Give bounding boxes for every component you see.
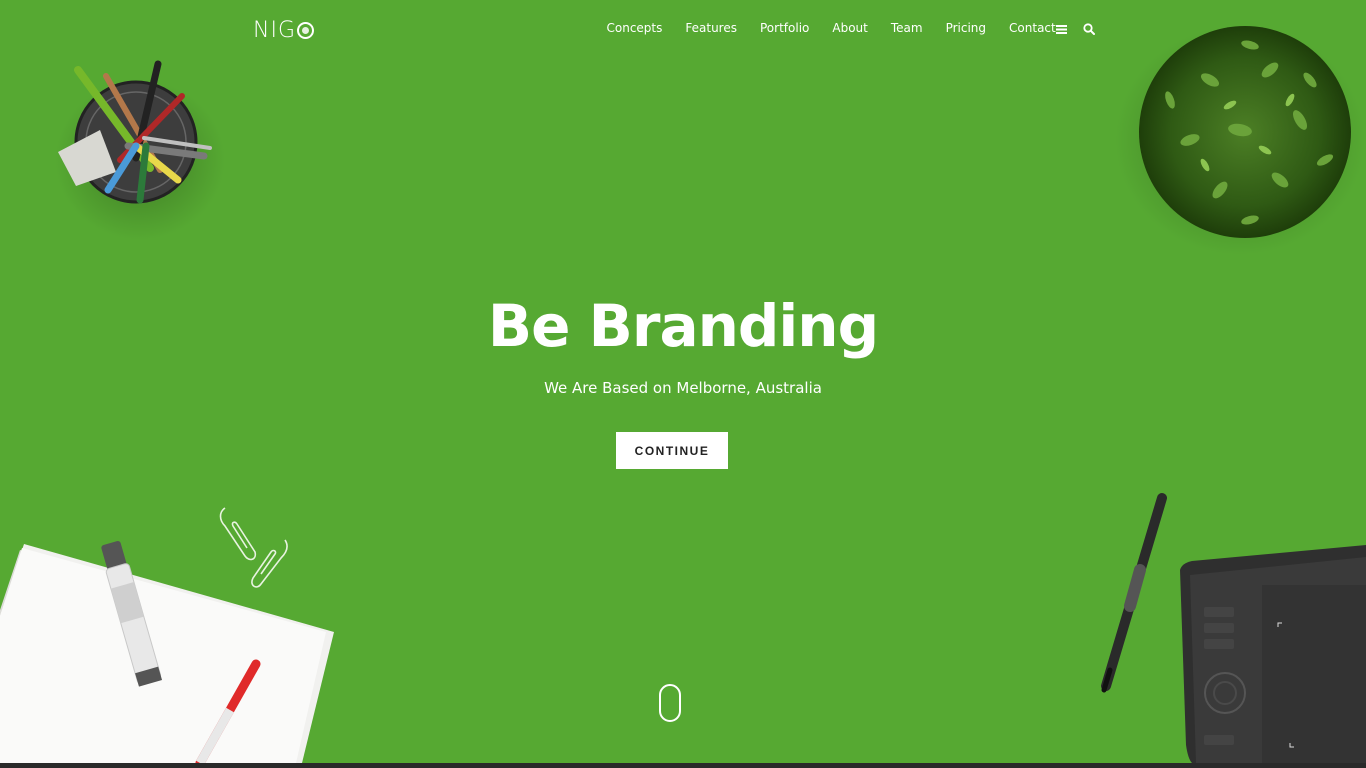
stylus-pen-image <box>1101 493 1167 693</box>
continue-button[interactable]: CONTINUE <box>616 432 728 469</box>
paperclips-image <box>219 507 288 588</box>
nav-icons <box>1055 22 1095 36</box>
logo[interactable]: NIG <box>253 17 314 43</box>
hero-subtitle: We Are Based on Melborne, Australia <box>544 379 822 397</box>
hero-title: Be Branding <box>487 292 879 360</box>
plant-image <box>1115 25 1365 255</box>
nav-item-pricing[interactable]: Pricing <box>934 20 997 37</box>
nav-item-about[interactable]: About <box>821 20 879 37</box>
bottom-bar <box>0 763 1366 768</box>
nav-item-team[interactable]: Team <box>879 20 934 37</box>
menu-icon[interactable] <box>1055 22 1067 36</box>
pen-holder-image <box>55 60 225 240</box>
drawing-tablet-image <box>1180 545 1366 763</box>
logo-o-icon <box>297 21 314 39</box>
scroll-mouse-icon[interactable] <box>659 684 681 722</box>
main-nav: Concepts Features Portfolio About Team P… <box>595 20 1067 37</box>
logo-text: NIG <box>253 17 296 43</box>
search-icon[interactable] <box>1083 22 1095 36</box>
nav-item-features[interactable]: Features <box>674 20 749 37</box>
nav-item-concepts[interactable]: Concepts <box>595 20 674 37</box>
hero-section: NIG Concepts Features Portfolio About Te… <box>0 0 1366 763</box>
nav-item-portfolio[interactable]: Portfolio <box>749 20 821 37</box>
